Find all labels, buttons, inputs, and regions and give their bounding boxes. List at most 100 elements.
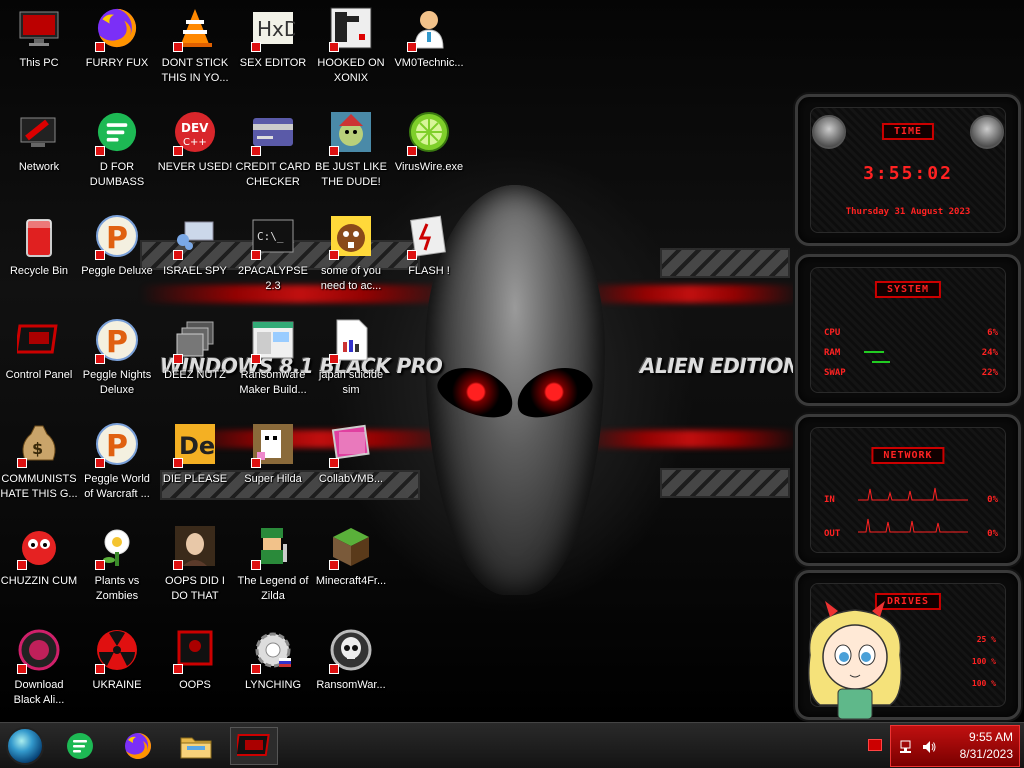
network-gadget-tag: NETWORK bbox=[871, 447, 945, 464]
stat-label: OUT bbox=[824, 529, 841, 539]
desktop-icon[interactable]: BE JUST LIKE THE DUDE! bbox=[312, 108, 390, 190]
desktop-icon[interactable]: $ COMMUNISTS HATE THIS G... bbox=[0, 420, 78, 502]
system-gadget-tag: SYSTEM bbox=[874, 281, 942, 298]
drive-stats: 25 % 100 % 100 % bbox=[972, 629, 996, 695]
desktop-icon[interactable]: P Peggle Nights Deluxe bbox=[78, 316, 156, 398]
desktop-icon-label: BE JUST LIKE THE DUDE! bbox=[315, 161, 387, 188]
doctor-avatar-icon bbox=[405, 4, 453, 52]
desktop-icon-label: COMMUNISTS HATE THIS G... bbox=[0, 473, 78, 500]
desktop-icon-label: VM0Technic... bbox=[394, 57, 464, 69]
cartoon-girl-sticker bbox=[808, 601, 902, 720]
peggle-icon: P bbox=[93, 420, 141, 468]
svg-text:C++: C++ bbox=[183, 137, 207, 148]
taskbar-file-explorer-button[interactable] bbox=[172, 727, 220, 765]
stat-value: 0% bbox=[987, 529, 998, 539]
shortcut-arrow-icon bbox=[329, 146, 339, 156]
desktop-icon[interactable]: P Peggle Deluxe bbox=[78, 212, 156, 279]
desktop-icon[interactable]: Network bbox=[0, 108, 78, 175]
desktop-icon-label: Peggle Deluxe bbox=[81, 265, 153, 277]
desktop-icon[interactable]: FURRY FUX bbox=[78, 4, 156, 71]
desktop-icon[interactable]: P Peggle World of Warcraft ... bbox=[78, 420, 156, 502]
desktop-icon[interactable]: UKRAINE bbox=[78, 626, 156, 693]
network-status-icon[interactable] bbox=[899, 739, 915, 755]
drive-usage: 100 % bbox=[971, 679, 996, 688]
desktop-icon[interactable]: OOPS DID I DO THAT bbox=[156, 522, 234, 604]
peggle-icon: P bbox=[93, 316, 141, 364]
desktop-icon[interactable]: FLASH ! bbox=[390, 212, 468, 279]
desktop-icon[interactable]: Control Panel bbox=[0, 316, 78, 383]
taskbar-chat-app-button[interactable] bbox=[56, 727, 104, 765]
chuzzle-icon bbox=[15, 522, 63, 570]
time-gadget[interactable]: TIME 3:55:02 Thursday 31 August 2023 bbox=[795, 94, 1021, 246]
grass-block-icon bbox=[327, 522, 375, 570]
desktop-icon[interactable]: HxD SEX EDITOR bbox=[234, 4, 312, 71]
alien-badge-icon bbox=[812, 115, 846, 149]
shortcut-arrow-icon bbox=[251, 560, 261, 570]
black-orb-icon bbox=[15, 626, 63, 674]
elf-character-icon bbox=[327, 108, 375, 156]
recycle-bin-icon bbox=[15, 212, 63, 260]
desktop-icon[interactable]: some of you need to ac... bbox=[312, 212, 390, 294]
desktop-icon-label: OOPS bbox=[179, 679, 211, 691]
desktop-icon[interactable]: Super Hilda bbox=[234, 420, 312, 487]
desktop-icon[interactable]: Plants vs Zombies bbox=[78, 522, 156, 604]
alien-badge-icon bbox=[970, 115, 1004, 149]
folder-icon bbox=[180, 737, 212, 759]
desktop-icon-label: VirusWire.exe bbox=[394, 161, 464, 173]
desktop-icon[interactable]: DONT STICK THIS IN YO... bbox=[156, 4, 234, 86]
desktop-icon[interactable]: VirusWire.exe bbox=[390, 108, 468, 175]
desktop-icon[interactable]: CollabVMB... bbox=[312, 420, 390, 487]
desktop-icon[interactable]: D FOR DUMBASS bbox=[78, 108, 156, 190]
desktop-icon-label: HOOKED ON XONIX bbox=[317, 57, 385, 84]
start-button[interactable] bbox=[6, 727, 44, 765]
desktop-icon-label: SEX EDITOR bbox=[239, 57, 307, 69]
desktop-icon[interactable]: OOPS bbox=[156, 626, 234, 693]
window-app-icon bbox=[249, 316, 297, 364]
desktop-icon[interactable]: VM0Technic... bbox=[390, 4, 468, 71]
taskbar-firefox-button[interactable] bbox=[114, 727, 162, 765]
tray-overflow-icon[interactable] bbox=[868, 739, 882, 751]
desktop-icon-label: Plants vs Zombies bbox=[94, 575, 140, 602]
hex-editor-icon: HxD bbox=[249, 4, 297, 52]
desktop-icon-label: Peggle Nights Deluxe bbox=[82, 369, 152, 396]
desktop-icon[interactable]: CREDIT CARD CHECKER bbox=[234, 108, 312, 190]
clock-time: 9:55 AM bbox=[968, 730, 1013, 744]
desktop-icon[interactable]: Ransomware Maker Build... bbox=[234, 316, 312, 398]
drives-gadget[interactable]: DRIVES 25 % 100 % 100 % bbox=[795, 570, 1021, 720]
desktop-icon[interactable]: Recycle Bin bbox=[0, 212, 78, 279]
desktop-icon[interactable]: RansomWar... bbox=[312, 626, 390, 693]
shortcut-arrow-icon bbox=[17, 560, 27, 570]
desktop-icon[interactable]: C:\_ 2PACALYPSE 2.3 bbox=[234, 212, 312, 294]
desktop-icon[interactable]: DEV C++ NEVER USED! bbox=[156, 108, 234, 175]
desktop-icon[interactable]: This PC bbox=[0, 4, 78, 71]
desktop-icon[interactable]: Download Black Ali... bbox=[0, 626, 78, 708]
taskbar-clock[interactable]: 9:55 AM 8/31/2023 bbox=[960, 729, 1013, 763]
desktop-icon[interactable]: Minecraft4Fr... bbox=[312, 522, 390, 589]
desktop-icon[interactable]: The Legend of Zilda bbox=[234, 522, 312, 604]
shortcut-arrow-icon bbox=[329, 458, 339, 468]
desktop-icon[interactable]: De DIE PLEASE bbox=[156, 420, 234, 487]
desktop-icon-label: FURRY FUX bbox=[85, 57, 149, 69]
desktop-icon[interactable]: HOOKED ON XONIX bbox=[312, 4, 390, 86]
desktop-icon[interactable]: CHUZZIN CUM bbox=[0, 522, 78, 589]
desktop-icon-label: FLASH ! bbox=[408, 265, 450, 277]
desktop-icon-label: This PC bbox=[19, 57, 59, 69]
desktop-icon[interactable]: ISRAEL SPY bbox=[156, 212, 234, 279]
system-gadget[interactable]: SYSTEM CPU 6% RAM 24% SWAP 22% bbox=[795, 254, 1021, 406]
shortcut-arrow-icon bbox=[407, 250, 417, 260]
svg-text:P: P bbox=[106, 221, 128, 256]
shortcut-arrow-icon bbox=[173, 250, 183, 260]
desktop-icon[interactable]: LYNCHING bbox=[234, 626, 312, 693]
wallpaper-red-streak bbox=[580, 285, 800, 303]
desktop-icon[interactable]: japan suicide sim bbox=[312, 316, 390, 398]
taskbar-control-panel-window-button[interactable] bbox=[230, 727, 278, 765]
desktop-icon-label: DONT STICK THIS IN YO... bbox=[161, 57, 229, 84]
svg-text:HxD: HxD bbox=[257, 17, 295, 41]
system-stats: CPU 6% RAM 24% SWAP 22% bbox=[824, 323, 998, 383]
drive-usage: 25 % bbox=[976, 635, 996, 644]
desktop-icon[interactable]: DEEZ NUTZ bbox=[156, 316, 234, 383]
svg-text:P: P bbox=[106, 429, 128, 464]
network-gadget[interactable]: NETWORK IN 0% OUT 0% bbox=[795, 414, 1021, 566]
volume-icon[interactable] bbox=[921, 739, 937, 755]
firefox-icon bbox=[125, 733, 151, 759]
